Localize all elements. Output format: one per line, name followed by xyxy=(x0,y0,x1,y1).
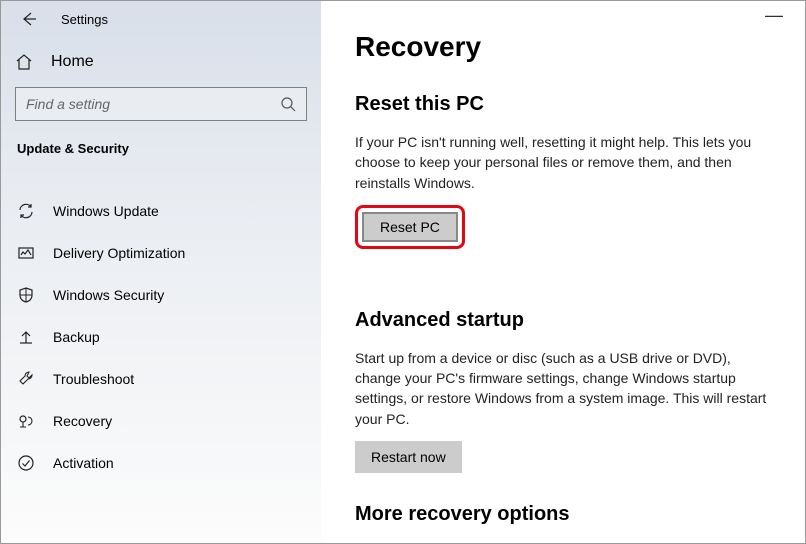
sync-icon xyxy=(17,202,35,220)
more-heading: More recovery options xyxy=(355,503,771,526)
reset-section: Reset this PC If your PC isn't running w… xyxy=(355,93,771,279)
reset-pc-button[interactable]: Reset PC xyxy=(362,212,458,242)
sidebar: Settings Home Update & Security Windows … xyxy=(1,1,321,543)
home-label: Home xyxy=(51,53,94,71)
window-title: Settings xyxy=(61,12,108,27)
sidebar-item-label: Windows Security xyxy=(53,287,164,303)
sidebar-item-label: Delivery Optimization xyxy=(53,245,185,261)
sidebar-item-label: Windows Update xyxy=(53,203,159,219)
back-icon[interactable] xyxy=(21,11,37,27)
search-field[interactable] xyxy=(15,87,307,121)
reset-heading: Reset this PC xyxy=(355,93,771,116)
advanced-desc: Start up from a device or disc (such as … xyxy=(355,348,771,429)
highlight-annotation: Reset PC xyxy=(355,205,465,249)
sidebar-item-delivery-optimization[interactable]: Delivery Optimization xyxy=(1,232,321,274)
sidebar-item-home[interactable]: Home xyxy=(1,45,321,87)
sidebar-item-troubleshoot[interactable]: Troubleshoot xyxy=(1,358,321,400)
delivery-icon xyxy=(17,244,35,262)
sidebar-item-windows-update[interactable]: Windows Update xyxy=(1,190,321,232)
advanced-section: Advanced startup Start up from a device … xyxy=(355,309,771,473)
sidebar-nav: Windows Update Delivery Optimization Win… xyxy=(1,166,321,484)
restart-now-button[interactable]: Restart now xyxy=(355,441,462,473)
wrench-icon xyxy=(17,370,35,388)
titlebar: Settings xyxy=(1,1,321,45)
sidebar-item-label: Troubleshoot xyxy=(53,371,134,387)
minimize-button[interactable]: — xyxy=(765,5,783,26)
sidebar-item-windows-security[interactable]: Windows Security xyxy=(1,274,321,316)
sidebar-item-label: Recovery xyxy=(53,413,112,429)
main-content: — Recovery Reset this PC If your PC isn'… xyxy=(321,1,805,543)
backup-icon xyxy=(17,328,35,346)
sidebar-item-recovery[interactable]: Recovery xyxy=(1,400,321,442)
sidebar-item-backup[interactable]: Backup xyxy=(1,316,321,358)
sidebar-item-label: Backup xyxy=(53,329,100,345)
activation-icon xyxy=(17,454,35,472)
search-input[interactable] xyxy=(26,96,280,112)
search-icon xyxy=(280,96,296,112)
sidebar-item-activation[interactable]: Activation xyxy=(1,442,321,484)
sidebar-item-label: Activation xyxy=(53,455,114,471)
reset-desc: If your PC isn't running well, resetting… xyxy=(355,132,771,193)
search-wrap xyxy=(1,87,321,135)
recovery-icon xyxy=(17,412,35,430)
advanced-heading: Advanced startup xyxy=(355,309,771,332)
shield-icon xyxy=(17,286,35,304)
sidebar-section-label: Update & Security xyxy=(1,135,321,166)
home-icon xyxy=(15,53,33,71)
more-section: More recovery options xyxy=(355,503,771,526)
page-title: Recovery xyxy=(355,31,771,63)
